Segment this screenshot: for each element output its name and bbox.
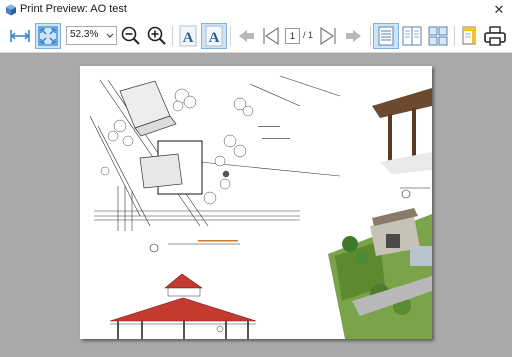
toolbar: 52.3% A A 1 / 1 <box>0 20 512 53</box>
page-setup-button[interactable] <box>457 23 483 49</box>
svg-text:A: A <box>209 30 220 46</box>
two-pages-icon <box>402 26 422 46</box>
zoom-in-button[interactable] <box>144 23 170 49</box>
separator <box>172 26 173 46</box>
zoom-out-icon <box>121 26 140 45</box>
separator <box>230 26 231 46</box>
two-pages-button[interactable] <box>399 23 425 49</box>
font-button[interactable]: A <box>175 23 201 49</box>
separator <box>370 26 371 46</box>
multi-page-button[interactable] <box>425 23 451 49</box>
print-page <box>80 66 432 339</box>
page-drawing <box>89 72 432 339</box>
next-page-button[interactable] <box>315 23 341 49</box>
close-button[interactable]: ✕ <box>490 1 508 19</box>
svg-text:A: A <box>183 30 194 46</box>
page-setup-icon <box>462 26 476 45</box>
font-larger-button[interactable]: A <box>201 23 227 49</box>
font-larger-icon: A <box>205 25 223 47</box>
font-icon: A <box>179 25 197 47</box>
previous-page-button[interactable] <box>258 23 284 49</box>
preview-viewport[interactable] <box>0 53 512 357</box>
fit-width-icon <box>10 30 30 42</box>
title-bar: Print Preview: AO test ✕ <box>0 0 512 20</box>
app-icon <box>6 4 16 16</box>
print-icon <box>484 26 506 46</box>
zoom-select[interactable]: 52.3% <box>66 26 117 45</box>
print-button[interactable] <box>482 23 508 49</box>
single-page-button[interactable] <box>373 23 399 49</box>
zoom-in-icon <box>147 26 166 45</box>
zoom-value: 52.3% <box>70 29 99 40</box>
page-total: / 1 <box>303 30 314 40</box>
single-page-icon <box>378 26 394 46</box>
fit-page-button[interactable] <box>35 23 61 49</box>
fit-width-button[interactable] <box>7 23 33 49</box>
chevron-down-icon <box>106 33 114 38</box>
next-page-icon <box>320 26 336 46</box>
previous-page-icon <box>263 26 279 46</box>
first-page-icon <box>239 30 254 42</box>
multi-page-icon <box>428 26 448 46</box>
zoom-out-button[interactable] <box>118 23 144 49</box>
separator <box>454 26 455 46</box>
last-page-icon <box>346 30 361 42</box>
last-page-button[interactable] <box>341 23 367 49</box>
current-page-input[interactable]: 1 <box>285 28 300 44</box>
window-title: Print Preview: AO test <box>20 3 127 15</box>
fit-page-icon <box>38 26 58 46</box>
first-page-button[interactable] <box>233 23 259 49</box>
